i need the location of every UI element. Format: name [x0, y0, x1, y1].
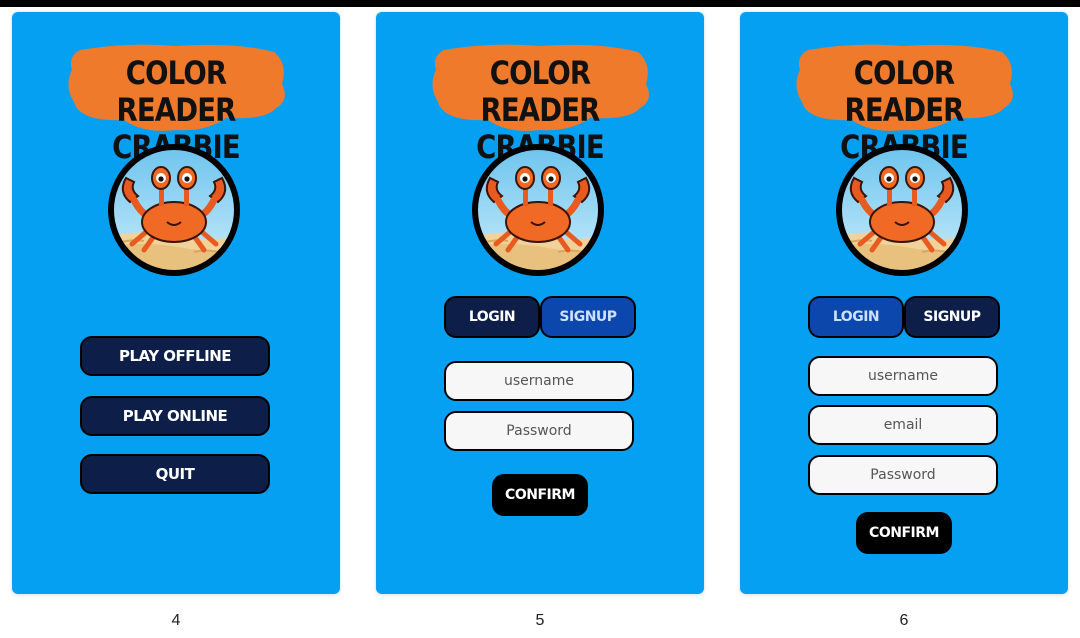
auth-tabs: LOGIN SIGNUP [444, 296, 636, 338]
play-offline-button[interactable]: PLAY OFFLINE [80, 336, 270, 376]
screen-main-menu: COLOR READER CRABBIE PLAY OFFLINE PLAY O… [12, 12, 340, 594]
screen-number-6: 6 [899, 612, 909, 629]
tab-login[interactable]: LOGIN [444, 296, 540, 338]
tab-login[interactable]: LOGIN [808, 296, 904, 338]
crab-icon [832, 140, 972, 280]
tab-signup[interactable]: SIGNUP [904, 296, 1000, 338]
tab-signup[interactable]: SIGNUP [540, 296, 636, 338]
password-input[interactable] [444, 411, 634, 451]
email-input[interactable] [808, 405, 998, 445]
crab-icon [104, 140, 244, 280]
auth-tabs: LOGIN SIGNUP [808, 296, 1000, 338]
quit-button[interactable]: QUIT [80, 454, 270, 494]
play-online-button[interactable]: PLAY ONLINE [80, 396, 270, 436]
title-line-1: COLOR READER [116, 54, 237, 129]
screen-number-4: 4 [171, 612, 181, 629]
title-line-1: COLOR READER [844, 54, 965, 129]
app-title: COLOR READER CRABBIE [430, 42, 650, 166]
app-title: COLOR READER CRABBIE [66, 42, 286, 166]
screen-number-5: 5 [535, 612, 545, 629]
confirm-button[interactable]: CONFIRM [856, 512, 952, 554]
screen-login-signup: COLOR READER CRABBIE LOGIN SIGNUP CONFIR… [740, 12, 1068, 594]
username-input[interactable] [444, 361, 634, 401]
title-line-1: COLOR READER [480, 54, 601, 129]
confirm-button[interactable]: CONFIRM [492, 474, 588, 516]
crab-icon [468, 140, 608, 280]
username-input[interactable] [808, 356, 998, 396]
password-input[interactable] [808, 455, 998, 495]
app-title: COLOR READER CRABBIE [794, 42, 1014, 166]
screen-signup-login: COLOR READER CRABBIE LOGIN SIGNUP CONFIR… [376, 12, 704, 594]
top-bar [0, 0, 1080, 7]
